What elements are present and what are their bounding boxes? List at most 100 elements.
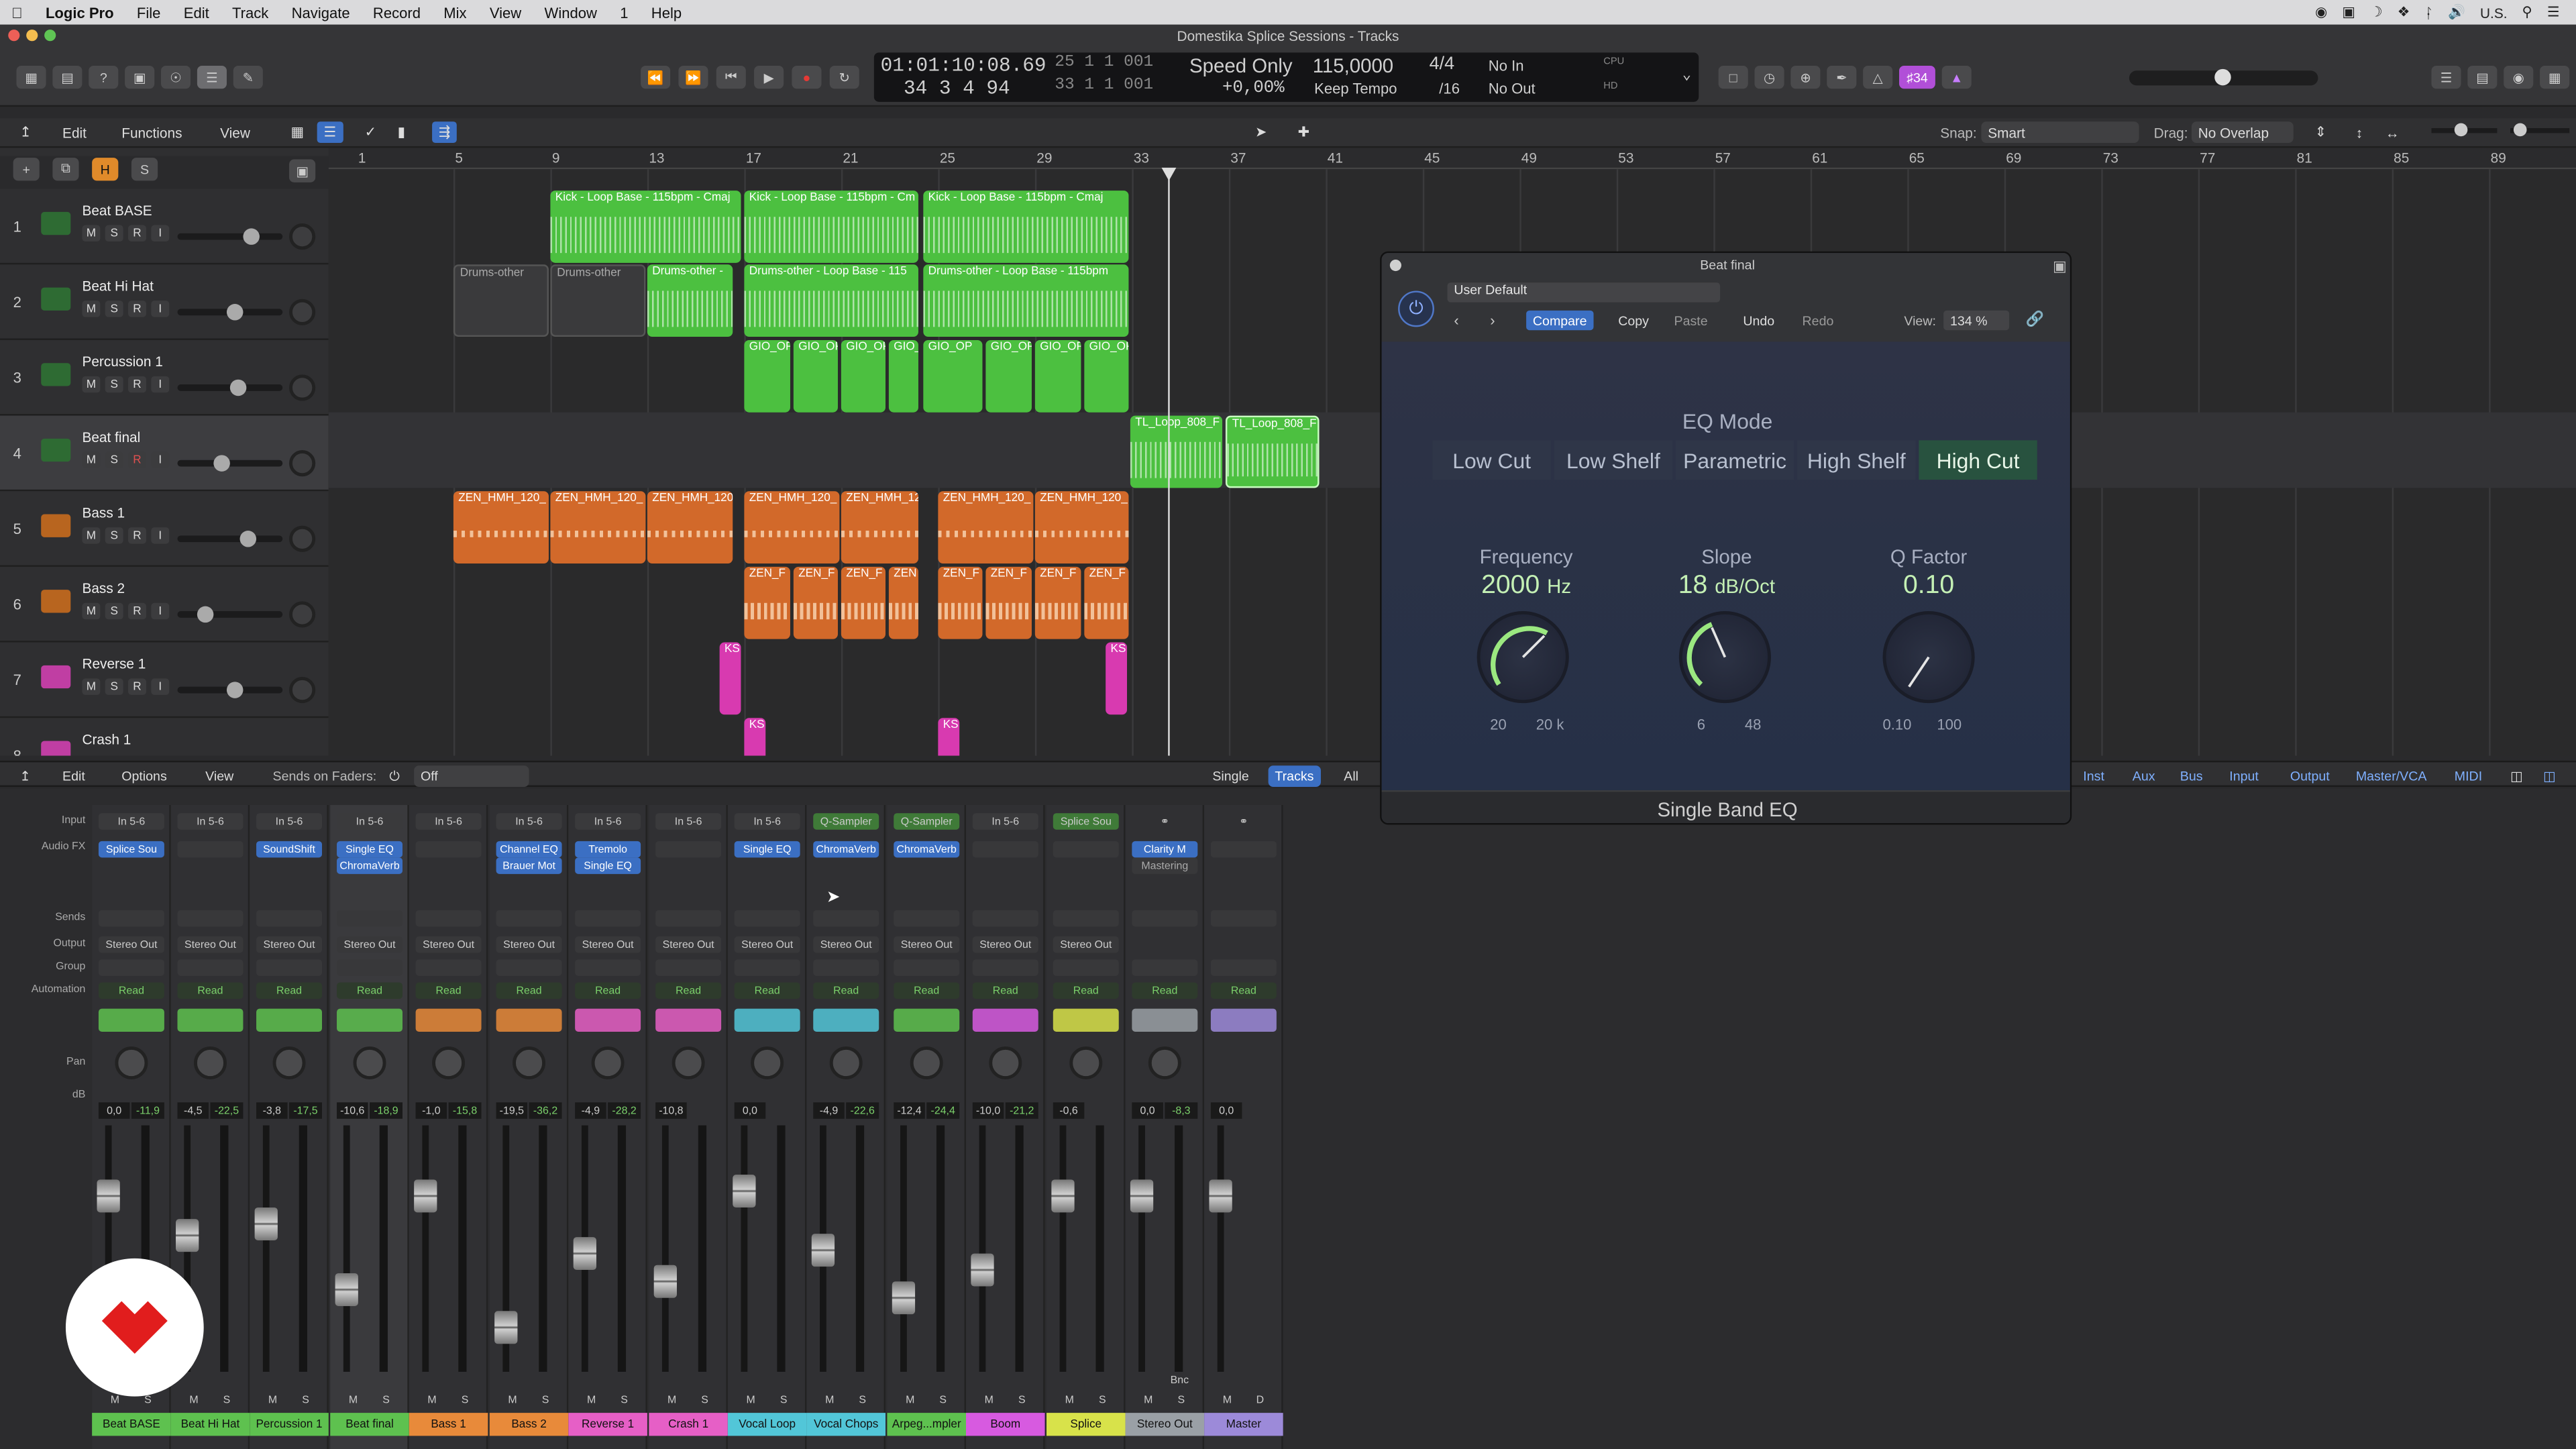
arrange-view-menu[interactable]: View <box>213 121 256 143</box>
undo-button[interactable]: Undo <box>1743 314 1774 329</box>
next-preset-icon[interactable]: › <box>1490 312 1495 328</box>
mute-button[interactable]: M <box>422 1391 441 1407</box>
drag-select[interactable]: No Overlap <box>2191 121 2294 144</box>
toolbar-button[interactable]: ▣ <box>125 65 155 89</box>
audio-region[interactable]: GIO_OP <box>1084 339 1129 413</box>
lcd-chevron-icon[interactable]: ⌄ <box>1682 67 1691 83</box>
channel-name[interactable]: Arpeg...mpler <box>887 1413 966 1436</box>
filter-aux-button[interactable]: Aux <box>2126 765 2161 787</box>
mute-button[interactable]: M <box>741 1391 760 1407</box>
group-slot[interactable] <box>1053 959 1119 976</box>
group-slot[interactable] <box>177 959 244 976</box>
solo-button[interactable]: S <box>105 678 123 695</box>
instrument-icon[interactable] <box>415 1008 482 1032</box>
q-factor-knob[interactable] <box>1882 611 1975 704</box>
filter-output-button[interactable]: Output <box>2284 765 2336 787</box>
menu-app[interactable]: Logic Pro <box>34 4 125 20</box>
audio-region[interactable]: GIO_OP <box>744 339 790 413</box>
output-slot[interactable]: Stereo Out <box>98 936 164 953</box>
all-view-button[interactable]: All <box>1337 765 1364 787</box>
play-button[interactable]: ▶ <box>754 65 784 89</box>
horizontal-zoom-thumb[interactable] <box>2513 123 2527 137</box>
send-slot[interactable] <box>177 910 244 927</box>
dropbox-icon[interactable]: ❖ <box>2398 3 2410 21</box>
pan-knob[interactable] <box>1148 1046 1181 1079</box>
instrument-icon[interactable] <box>1210 1008 1277 1032</box>
library-button[interactable]: ▦ <box>16 65 46 89</box>
midi-region[interactable]: ZEN_F <box>841 566 885 639</box>
volume-readout[interactable]: 0,0 <box>1132 1102 1163 1119</box>
solo-button[interactable]: ⊕ <box>1790 65 1821 89</box>
mute-button[interactable]: M <box>1060 1391 1079 1407</box>
audio-fx-slot[interactable]: Single EQ <box>575 857 641 874</box>
track-pan-knob[interactable] <box>289 601 316 628</box>
filter-master-vca-button[interactable]: Master/VCA <box>2349 765 2433 787</box>
audio-region[interactable]: GIO_OP <box>923 339 983 413</box>
display-icon[interactable]: ▣ <box>2342 3 2355 21</box>
solo-button[interactable]: S <box>105 451 123 468</box>
volume-readout[interactable]: -19,5 <box>496 1102 528 1119</box>
output-slot[interactable]: Stereo Out <box>972 936 1038 953</box>
search-icon[interactable]: ⚲ <box>2522 3 2532 21</box>
menu-help[interactable]: Help <box>640 4 694 20</box>
apple-icon[interactable]:  <box>0 4 34 20</box>
record-enable-button[interactable]: R <box>128 602 146 620</box>
track-volume-slider[interactable] <box>177 304 283 321</box>
grid-view-icon[interactable]: ▦ <box>284 121 311 143</box>
peak-readout[interactable]: -8,3 <box>1165 1102 1198 1119</box>
wide-strips-icon[interactable]: ◫ <box>2536 765 2562 787</box>
audio-region[interactable]: KS <box>744 718 766 756</box>
audio-region[interactable]: Drums-other - Loop Base - 115bpm <box>923 264 1129 337</box>
fader-cap[interactable] <box>254 1208 278 1240</box>
vertical-zoom-thumb[interactable] <box>2454 123 2468 137</box>
input-slot[interactable]: In 5-6 <box>575 813 641 830</box>
volume-fader[interactable] <box>1130 1125 1154 1372</box>
menu-view[interactable]: View <box>478 4 533 20</box>
mute-button[interactable]: M <box>263 1391 282 1407</box>
volume-readout[interactable]: -4,9 <box>575 1102 606 1119</box>
rewind-button[interactable]: ⏪ <box>641 65 671 89</box>
track-volume-slider[interactable] <box>177 682 283 698</box>
volume-readout[interactable]: 0,0 <box>98 1102 130 1119</box>
audio-region[interactable]: GIO_OP <box>793 339 838 413</box>
volume-readout[interactable]: -12,4 <box>894 1102 925 1119</box>
master-volume-slider[interactable] <box>2129 68 2318 86</box>
group-slot[interactable] <box>415 959 482 976</box>
menu-file[interactable]: File <box>125 4 172 20</box>
audio-region[interactable]: Kick - Loop Base - 115bpm - Cmaj <box>550 191 741 263</box>
track-name[interactable]: Bass 1 <box>82 504 125 521</box>
audio-fx-slot[interactable]: Mastering <box>1132 857 1198 874</box>
automation-mode[interactable]: Read <box>813 982 879 999</box>
volume-fader[interactable] <box>653 1125 677 1372</box>
input-source[interactable]: U.S. <box>2480 4 2507 20</box>
go-to-start-button[interactable]: ⏮ <box>716 65 746 89</box>
input-slot[interactable]: In 5-6 <box>655 813 722 830</box>
pan-knob[interactable] <box>272 1046 306 1079</box>
audio-fx-slot[interactable]: Tremolo <box>575 841 641 858</box>
mute-button[interactable]: M <box>343 1391 363 1407</box>
mixer-button[interactable]: ☰ <box>197 65 227 89</box>
list-view-icon[interactable]: ☰ <box>317 121 343 144</box>
smart-controls-button[interactable]: ☉ <box>161 65 191 89</box>
input-slot[interactable]: In 5-6 <box>177 813 244 830</box>
arrange-functions-menu[interactable]: Functions <box>115 121 189 143</box>
fader-cap[interactable] <box>335 1273 358 1306</box>
fader-cap[interactable] <box>1051 1179 1075 1213</box>
midi-region[interactable]: ZEN_HMH_120_ <box>938 491 1034 564</box>
pan-knob[interactable] <box>1069 1046 1103 1079</box>
output-slot[interactable]: Stereo Out <box>734 936 800 953</box>
add-track-button[interactable]: + <box>13 158 40 181</box>
midi-region[interactable]: ZEN_F <box>938 566 983 639</box>
track-header[interactable]: 7 Reverse 1 MSRI <box>0 643 329 718</box>
automation-mode[interactable]: Read <box>655 982 722 999</box>
send-slot[interactable] <box>894 910 960 927</box>
menu-track[interactable]: Track <box>221 4 280 20</box>
instrument-icon[interactable] <box>734 1008 800 1032</box>
volume-readout[interactable]: -10,8 <box>655 1102 687 1119</box>
track-volume-slider[interactable] <box>177 606 283 623</box>
filter-bus-button[interactable]: Bus <box>2174 765 2209 787</box>
catch-icon[interactable]: ↥ <box>13 121 38 143</box>
input-monitor-button[interactable]: I <box>151 527 170 544</box>
horizontal-zoom-icon[interactable]: ↔ <box>2379 121 2406 143</box>
wifi-icon[interactable]: ◉ <box>2315 3 2327 21</box>
